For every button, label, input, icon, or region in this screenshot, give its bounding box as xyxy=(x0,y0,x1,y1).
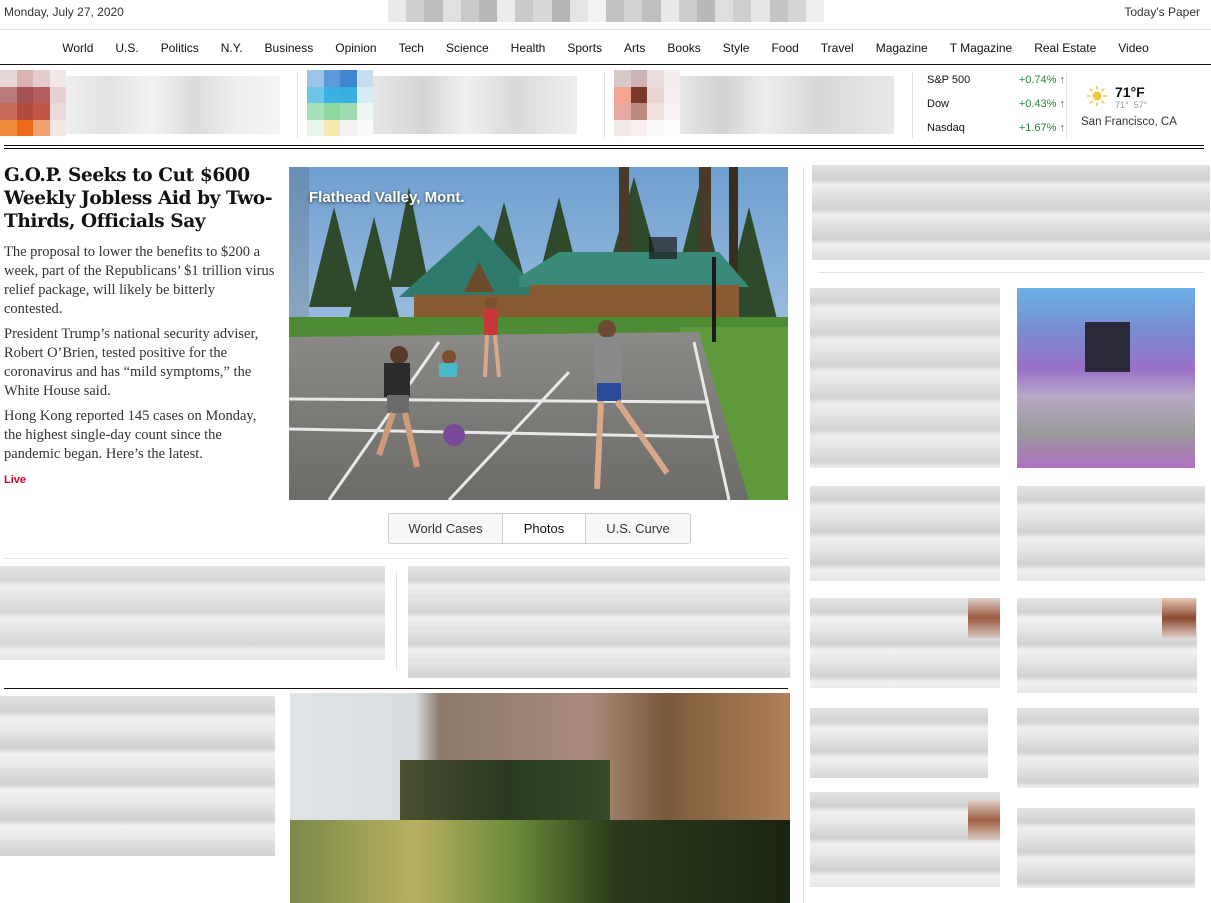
lead-summary[interactable]: The proposal to lower the benefits to $2… xyxy=(4,243,276,319)
briefing-item[interactable] xyxy=(614,70,894,136)
edition-date: Monday, July 27, 2020 xyxy=(4,5,124,19)
weather-widget[interactable]: 71°F 71° 57° San Francisco, CA xyxy=(1067,66,1211,142)
current-temperature: 71°F xyxy=(1115,84,1145,100)
sun-icon xyxy=(1087,86,1107,106)
nav-item-real-estate[interactable]: Real Estate xyxy=(1023,41,1107,55)
arrow-up-icon: ↑ xyxy=(1059,122,1066,134)
divider xyxy=(803,167,804,903)
nav-item-travel[interactable]: Travel xyxy=(810,41,865,55)
nav-item-video[interactable]: Video xyxy=(1107,41,1159,55)
nav-item-opinion[interactable]: Opinion xyxy=(324,41,387,55)
section-nav: World U.S. Politics N.Y. Business Opinion Tech… xyxy=(0,29,1211,65)
story-image-blurred xyxy=(400,760,610,820)
market-name: S&P 500 xyxy=(927,74,971,86)
opinion-blurred[interactable] xyxy=(1017,808,1195,888)
briefing-text xyxy=(680,76,894,134)
market-change: +0.74% ↑ xyxy=(1018,74,1066,86)
nav-item-business[interactable]: Business xyxy=(254,41,325,55)
lead-summary[interactable]: Hong Kong reported 145 cases on Monday, … xyxy=(4,407,276,464)
masthead-logo[interactable] xyxy=(388,0,825,22)
section-rule xyxy=(4,145,1204,149)
opinion-blurred[interactable] xyxy=(812,165,1210,260)
lead-summary[interactable]: President Trump’s national security advi… xyxy=(4,325,276,401)
briefing-item[interactable] xyxy=(307,70,577,136)
lead-photo-image xyxy=(289,167,788,500)
opinion-blurred[interactable] xyxy=(1017,486,1205,581)
market-change: +0.43% ↑ xyxy=(1018,98,1066,110)
avatar xyxy=(1162,598,1196,638)
divider xyxy=(818,272,1204,273)
nav-item-books[interactable]: Books xyxy=(656,41,711,55)
lead-photo[interactable]: Flathead Valley, Mont. xyxy=(289,167,788,500)
market-row[interactable]: Nasdaq +1.67% ↑ xyxy=(927,116,1065,140)
story-blurred[interactable] xyxy=(0,696,275,856)
nav-item-u-s[interactable]: U.S. xyxy=(104,41,149,55)
opinion-blurred[interactable] xyxy=(810,288,1000,468)
opinion-blurred[interactable] xyxy=(810,708,988,778)
opinion-blurred[interactable] xyxy=(810,486,1000,581)
story-blurred[interactable] xyxy=(0,566,385,660)
tab-world-cases[interactable]: World Cases xyxy=(389,514,503,543)
nav-item-tech[interactable]: Tech xyxy=(388,41,435,55)
divider xyxy=(297,72,298,138)
story-blurred[interactable] xyxy=(408,566,790,678)
divider xyxy=(604,72,605,138)
nav-item-food[interactable]: Food xyxy=(760,41,809,55)
todays-paper-link[interactable]: Today's Paper xyxy=(1124,5,1200,19)
briefing-text xyxy=(373,76,577,134)
briefing-thumbnail xyxy=(614,70,680,136)
tab-us-curve[interactable]: U.S. Curve xyxy=(586,514,690,543)
nav-item-arts[interactable]: Arts xyxy=(613,41,656,55)
opinion-image-blurred xyxy=(1085,322,1130,372)
divider xyxy=(4,558,788,559)
arrow-up-icon: ↑ xyxy=(1059,74,1066,86)
market-row[interactable]: Dow +0.43% ↑ xyxy=(927,92,1065,116)
avatar xyxy=(968,598,1000,638)
opinion-blurred[interactable] xyxy=(1017,708,1199,788)
lead-tabs: World Cases Photos U.S. Curve xyxy=(388,513,691,544)
top-bar: Monday, July 27, 2020 Today's Paper xyxy=(0,0,1211,28)
nav-item-n-y[interactable]: N.Y. xyxy=(210,41,254,55)
temperature-range: 71° 57° xyxy=(1115,100,1148,110)
nav-item-health[interactable]: Health xyxy=(500,41,557,55)
nav-item-politics[interactable]: Politics xyxy=(150,41,210,55)
market-row[interactable]: S&P 500 +0.74% ↑ xyxy=(927,68,1065,92)
market-change: +1.67% ↑ xyxy=(1018,122,1066,134)
briefing-strip: S&P 500 +0.74% ↑ Dow +0.43% ↑ Nasdaq +1.67% ↑… xyxy=(0,66,1211,144)
briefing-thumbnail xyxy=(307,70,373,136)
opinion-image-blurred[interactable] xyxy=(1017,288,1195,468)
divider xyxy=(396,572,397,670)
lead-headline[interactable]: G.O.P. Seeks to Cut $600 Weekly Jobless … xyxy=(4,164,274,233)
live-badge[interactable]: Live xyxy=(4,474,26,486)
weather-city: San Francisco, CA xyxy=(1081,116,1177,128)
tab-photos[interactable]: Photos xyxy=(503,514,586,543)
nav-item-style[interactable]: Style xyxy=(712,41,761,55)
markets-widget[interactable]: S&P 500 +0.74% ↑ Dow +0.43% ↑ Nasdaq +1.67% ↑ xyxy=(913,66,1065,142)
story-image-blurred xyxy=(290,820,790,903)
briefing-item[interactable] xyxy=(0,70,280,136)
nav-item-magazine[interactable]: Magazine xyxy=(865,41,939,55)
market-name: Dow xyxy=(927,98,950,110)
nav-item-t-magazine[interactable]: T Magazine xyxy=(939,41,1023,55)
nav-item-sports[interactable]: Sports xyxy=(556,41,613,55)
briefing-thumbnail xyxy=(0,70,66,136)
arrow-up-icon: ↑ xyxy=(1059,98,1066,110)
section-rule xyxy=(4,688,788,689)
nav-item-science[interactable]: Science xyxy=(435,41,500,55)
photo-caption: Flathead Valley, Mont. xyxy=(309,189,465,206)
market-name: Nasdaq xyxy=(927,122,965,134)
avatar xyxy=(968,800,1000,840)
nav-item-world[interactable]: World xyxy=(51,41,104,55)
briefing-text xyxy=(66,76,280,134)
